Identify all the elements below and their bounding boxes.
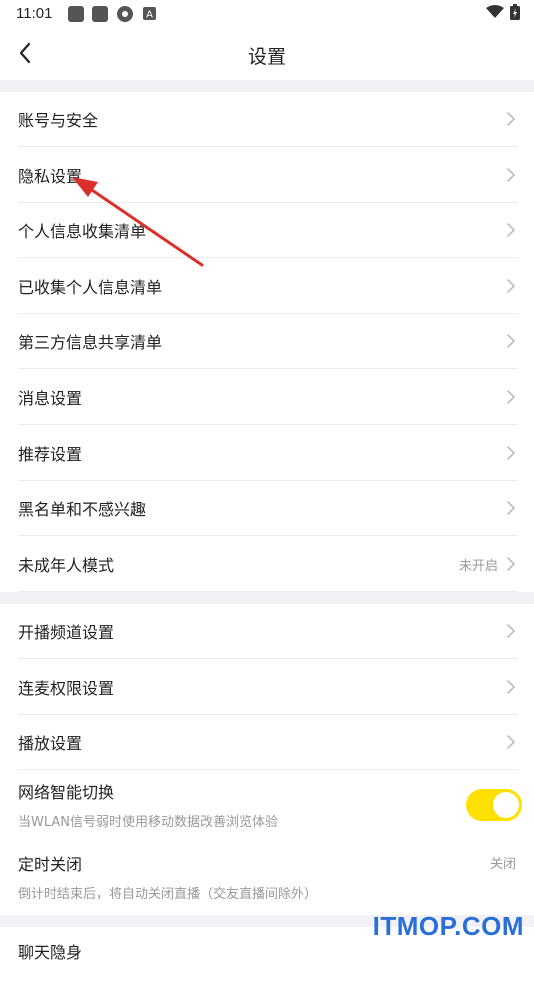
- header: 设置: [0, 28, 534, 80]
- status-bar: 11:01 A: [0, 0, 534, 28]
- timer-off-label: 定时关闭: [18, 855, 83, 874]
- chevron-right-icon: [507, 556, 515, 571]
- chevron-right-icon: [507, 735, 515, 749]
- settings-row-label: 个人信息收集清单: [18, 222, 147, 242]
- status-time: 11:01: [16, 5, 53, 22]
- settings-row[interactable]: 连麦权限设置: [0, 660, 534, 715]
- timer-off-value: 关闭: [489, 857, 516, 872]
- settings-row[interactable]: 开播频道设置: [0, 604, 534, 659]
- status-right: [486, 4, 520, 20]
- chevron-right-icon: [507, 390, 515, 404]
- timer-off-row[interactable]: 定时关闭 倒计时结束后，将自动关闭直播（交友直播间除外） 关闭: [0, 843, 534, 913]
- settings-row[interactable]: 隐私设置: [0, 148, 534, 203]
- settings-row-label: 未成年人模式: [18, 555, 115, 575]
- settings-row[interactable]: 账号与安全: [0, 92, 534, 147]
- chevron-right-icon: [507, 624, 515, 638]
- settings-row-label: 推荐设置: [18, 444, 83, 464]
- settings-row[interactable]: 播放设置: [0, 715, 534, 771]
- aperture-icon: [117, 6, 133, 22]
- network-switch-label: 网络智能切换: [18, 783, 115, 802]
- settings-row[interactable]: 第三方信息共享清单: [0, 314, 534, 370]
- settings-row-label: 播放设置: [18, 734, 83, 754]
- battery-icon: [510, 4, 520, 20]
- settings-row-label: 开播频道设置: [18, 623, 115, 642]
- chevron-right-icon: [507, 445, 515, 460]
- settings-row-label: 已收集个人信息清单: [18, 277, 163, 297]
- chevron-right-icon: [507, 112, 515, 126]
- settings-row-label: 隐私设置: [18, 166, 83, 186]
- settings-row[interactable]: 推荐设置: [0, 426, 534, 481]
- settings-row[interactable]: 黑名单和不感兴趣: [0, 481, 534, 537]
- chevron-right-icon: [507, 223, 515, 237]
- app-a-icon: A: [143, 7, 156, 20]
- chat-invisible-label: 聊天隐身: [18, 943, 83, 962]
- svg-text:A: A: [146, 10, 153, 21]
- watermark: ITMOP.COM: [372, 911, 524, 941]
- settings-row-value: 未开启: [458, 558, 498, 574]
- section-gap: [0, 592, 534, 604]
- toggle-knob: [493, 792, 519, 818]
- page-title: 设置: [247, 46, 286, 68]
- settings-row-label: 消息设置: [18, 389, 83, 408]
- chevron-right-icon: [507, 501, 515, 515]
- chevron-right-icon: [507, 334, 515, 349]
- network-switch-row: 网络智能切换 当WLAN信号弱时使用移动数据改善浏览体验: [0, 771, 534, 841]
- settings-row[interactable]: 个人信息收集清单: [0, 203, 534, 259]
- settings-row[interactable]: 消息设置: [0, 370, 534, 425]
- chevron-right-icon: [507, 679, 515, 694]
- section-gap: [0, 80, 534, 92]
- settings-row-label: 黑名单和不感兴趣: [18, 500, 147, 520]
- notification-icon: [68, 6, 84, 22]
- timer-off-subtitle: 倒计时结束后，将自动关闭直播（交友直播间除外）: [18, 887, 318, 902]
- settings-row-label: 第三方信息共享清单: [18, 333, 163, 353]
- settings-row[interactable]: 未成年人模式 未开启: [0, 537, 534, 592]
- wifi-icon: [486, 5, 504, 18]
- chevron-right-icon: [507, 167, 515, 182]
- chevron-right-icon: [507, 278, 515, 293]
- network-switch-toggle[interactable]: [466, 789, 522, 821]
- settings-row[interactable]: 已收集个人信息清单: [0, 259, 534, 314]
- notification-icon: [92, 6, 108, 22]
- settings-row-label: 连麦权限设置: [18, 678, 115, 698]
- settings-row-label: 账号与安全: [18, 111, 99, 130]
- network-switch-subtitle: 当WLAN信号弱时使用移动数据改善浏览体验: [18, 815, 279, 830]
